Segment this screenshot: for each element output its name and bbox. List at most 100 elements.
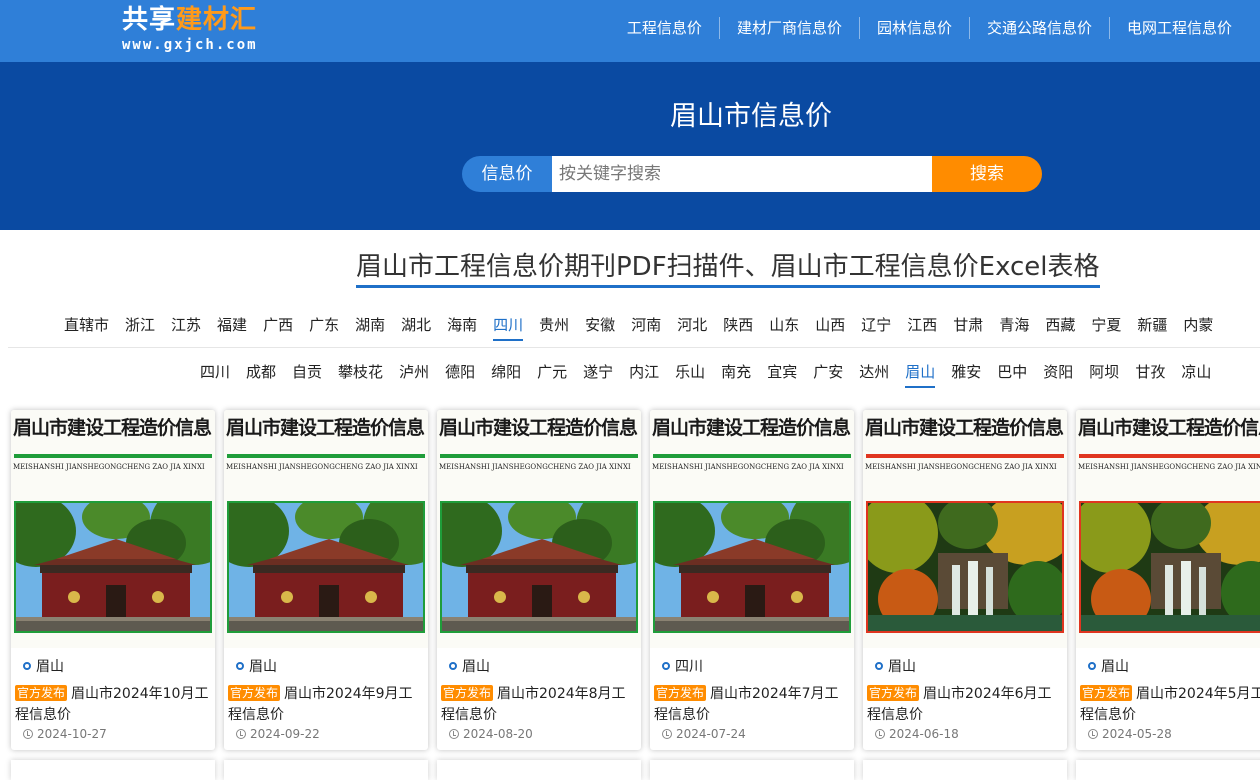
city-tag[interactable]: 内江 <box>629 361 659 388</box>
province-tag[interactable]: 内蒙 <box>1183 314 1213 341</box>
city-tag[interactable]: 甘孜 <box>1135 361 1165 388</box>
province-tag[interactable]: 福建 <box>217 314 247 341</box>
card-partial[interactable] <box>11 760 215 780</box>
province-tag[interactable]: 湖南 <box>355 314 385 341</box>
city-tag[interactable]: 宜宾 <box>767 361 797 388</box>
card-title[interactable]: 官方发布 眉山市2024年10月工程信息价 <box>15 684 211 726</box>
cover-title: 眉山市建设工程造价信息 <box>1078 417 1260 439</box>
filter-divider <box>8 347 1260 348</box>
card-date-text: 2024-08-20 <box>463 727 533 741</box>
province-tag[interactable]: 甘肃 <box>953 314 983 341</box>
province-tag[interactable]: 青海 <box>999 314 1029 341</box>
info-price-card[interactable]: 眉山市建设工程造价信息 MEISHANSHI JIANSHEGONGCHENG Z… <box>1076 410 1260 750</box>
city-tag[interactable]: 雅安 <box>951 361 981 388</box>
card-partial[interactable] <box>437 760 641 780</box>
city-tag[interactable]: 成都 <box>246 361 276 388</box>
city-tag[interactable]: 泸州 <box>399 361 429 388</box>
nav-item[interactable]: 建材厂商信息价 <box>720 17 860 39</box>
province-tag[interactable]: 宁夏 <box>1091 314 1121 341</box>
search-button[interactable]: 搜索 <box>932 156 1042 192</box>
province-tag[interactable]: 四川 <box>493 314 524 341</box>
search-category-tag[interactable]: 信息价 <box>462 156 552 192</box>
city-tag[interactable]: 乐山 <box>675 361 705 388</box>
card-partial[interactable] <box>224 760 428 780</box>
city-tag[interactable]: 眉山 <box>905 361 936 388</box>
province-tag[interactable]: 江苏 <box>171 314 201 341</box>
card-city: 眉山 <box>23 656 64 676</box>
nav-item[interactable]: 交通公路信息价 <box>970 17 1110 39</box>
card-cover[interactable]: 眉山市建设工程造价信息 MEISHANSHI JIANSHEGONGCHENG Z… <box>1076 410 1260 648</box>
card-title[interactable]: 官方发布 眉山市2024年8月工程信息价 <box>441 684 637 726</box>
site-logo[interactable]: 共享建材汇 www.gxjch.com <box>122 4 302 58</box>
province-tag[interactable]: 江西 <box>907 314 937 341</box>
card-city-label: 眉山 <box>1101 659 1129 675</box>
province-tag[interactable]: 山西 <box>815 314 845 341</box>
nav-item[interactable]: 园林信息价 <box>860 17 970 39</box>
province-tag[interactable]: 广西 <box>263 314 293 341</box>
search-input[interactable] <box>552 156 932 192</box>
nav-item[interactable]: 电网工程信息价 <box>1110 17 1260 39</box>
card-title[interactable]: 官方发布 眉山市2024年6月工程信息价 <box>867 684 1063 726</box>
card-title[interactable]: 官方发布 眉山市2024年9月工程信息价 <box>228 684 424 726</box>
card-city-label: 眉山 <box>36 659 64 675</box>
card-cover[interactable]: 眉山市建设工程造价信息 MEISHANSHI JIANSHEGONGCHENG Z… <box>437 410 641 648</box>
nav-item[interactable]: 工程信息价 <box>610 17 720 39</box>
city-tag[interactable]: 绵阳 <box>491 361 521 388</box>
city-tag[interactable]: 阿坝 <box>1089 361 1119 388</box>
card-date-text: 2024-07-24 <box>676 727 746 741</box>
province-tag[interactable]: 贵州 <box>539 314 569 341</box>
province-tag[interactable]: 辽宁 <box>861 314 891 341</box>
city-tag[interactable]: 广元 <box>537 361 567 388</box>
card-date: 2024-05-28 <box>1088 727 1172 741</box>
province-tag[interactable]: 海南 <box>447 314 477 341</box>
province-filter: 直辖市 浙江 江苏 福建 广西 广东 湖南 湖北 海南 四川 贵州 安徽 河南 河北 陕西 山东 山西 辽宁 江西甘… <box>64 314 1229 341</box>
main-nav: 工程信息价 建材厂商信息价 园林信息价 交通公路信息价 电网工程信息价 <box>610 0 1260 56</box>
info-price-card[interactable]: 眉山市建设工程造价信息 MEISHANSHI JIANSHEGONGCHENG Z… <box>650 410 854 750</box>
card-date-text: 2024-06-18 <box>889 727 959 741</box>
city-tag[interactable]: 攀枝花 <box>338 361 383 388</box>
card-cover[interactable]: 眉山市建设工程造价信息 MEISHANSHI JIANSHEGONGCHENG Z… <box>863 410 1067 648</box>
province-tag[interactable]: 陕西 <box>723 314 753 341</box>
card-partial[interactable] <box>1076 760 1260 780</box>
city-tag[interactable]: 遂宁 <box>583 361 613 388</box>
card-partial[interactable] <box>650 760 854 780</box>
city-tag[interactable]: 自贡 <box>292 361 322 388</box>
province-tag[interactable]: 河南 <box>631 314 661 341</box>
province-tag[interactable]: 直辖市 <box>64 314 109 341</box>
info-price-card[interactable]: 眉山市建设工程造价信息 MEISHANSHI JIANSHEGONGCHENG Z… <box>11 410 215 750</box>
section-title: 眉山市工程信息价期刊PDF扫描件、眉山市工程信息价Excel表格 <box>356 246 1100 288</box>
cover-title: 眉山市建设工程造价信息 <box>865 417 1064 439</box>
province-tag[interactable]: 山东 <box>769 314 799 341</box>
city-tag[interactable]: 德阳 <box>445 361 475 388</box>
card-date: 2024-08-20 <box>449 727 533 741</box>
card-cover[interactable]: 眉山市建设工程造价信息 MEISHANSHI JIANSHEGONGCHENG Z… <box>650 410 854 648</box>
city-tag[interactable]: 达州 <box>859 361 889 388</box>
info-price-card[interactable]: 眉山市建设工程造价信息 MEISHANSHI JIANSHEGONGCHENG Z… <box>224 410 428 750</box>
card-city-label: 眉山 <box>888 659 916 675</box>
location-dot-icon <box>662 662 670 670</box>
card-cover[interactable]: 眉山市建设工程造价信息 MEISHANSHI JIANSHEGONGCHENG Z… <box>224 410 428 648</box>
card-title[interactable]: 官方发布 眉山市2024年5月工程信息价 <box>1080 684 1260 726</box>
cover-rule <box>14 454 212 458</box>
info-price-card[interactable]: 眉山市建设工程造价信息 MEISHANSHI JIANSHEGONGCHENG Z… <box>437 410 641 750</box>
clock-icon <box>449 729 459 739</box>
city-tag[interactable]: 凉山 <box>1181 361 1211 388</box>
city-tag[interactable]: 南充 <box>721 361 751 388</box>
province-tag[interactable]: 河北 <box>677 314 707 341</box>
province-tag[interactable]: 湖北 <box>401 314 431 341</box>
info-price-card[interactable]: 眉山市建设工程造价信息 MEISHANSHI JIANSHEGONGCHENG Z… <box>863 410 1067 750</box>
card-partial[interactable] <box>863 760 1067 780</box>
province-tag[interactable]: 西藏 <box>1045 314 1075 341</box>
province-tag[interactable]: 广东 <box>309 314 339 341</box>
city-tag[interactable]: 四川 <box>200 361 230 388</box>
clock-icon <box>875 729 885 739</box>
province-tag[interactable]: 浙江 <box>125 314 155 341</box>
city-tag[interactable]: 巴中 <box>997 361 1027 388</box>
province-tag[interactable]: 新疆 <box>1137 314 1167 341</box>
card-city: 四川 <box>662 656 703 676</box>
city-tag[interactable]: 广安 <box>813 361 843 388</box>
card-title[interactable]: 官方发布 眉山市2024年7月工程信息价 <box>654 684 850 726</box>
city-tag[interactable]: 资阳 <box>1043 361 1073 388</box>
province-tag[interactable]: 安徽 <box>585 314 615 341</box>
card-cover[interactable]: 眉山市建设工程造价信息 MEISHANSHI JIANSHEGONGCHENG Z… <box>11 410 215 648</box>
